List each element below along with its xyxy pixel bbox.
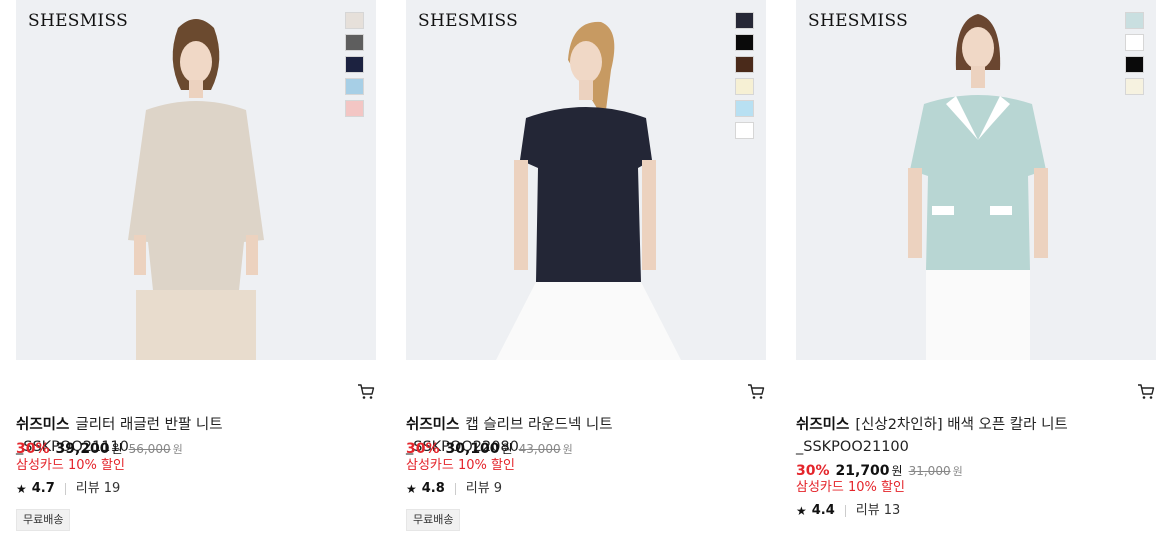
divider	[64, 483, 66, 495]
color-swatch[interactable]	[345, 100, 364, 117]
color-swatch[interactable]	[1125, 34, 1144, 51]
model-photo	[16, 0, 376, 360]
color-swatch[interactable]	[345, 56, 364, 73]
product-title[interactable]: 쉬즈미스 [신상2차인하] 배색 오픈 칼라 니트 _SSKPOO21100	[796, 414, 1096, 458]
brand-logo: SHESMISS	[808, 11, 909, 31]
color-swatch[interactable]	[735, 100, 754, 117]
model-photo	[796, 0, 1156, 360]
sale-price: 39,200	[55, 441, 110, 457]
star-icon: ★	[406, 482, 417, 496]
discount-rate: 30%	[796, 463, 830, 479]
card-discount: 삼성카드 10% 할인	[406, 458, 515, 473]
color-swatch[interactable]	[345, 12, 364, 29]
currency: 원	[501, 442, 513, 456]
rating-score: 4.4	[811, 503, 835, 518]
original-price: 31,000	[908, 464, 951, 478]
price-row: 30% 30,100 원 43,000 원	[406, 440, 573, 459]
cart-icon[interactable]	[1137, 383, 1155, 401]
price-row: 30% 21,700 원 31,000 원	[796, 462, 963, 481]
review-label: 리뷰	[465, 481, 490, 496]
rating-row: ★ 4.7 리뷰 19	[16, 481, 120, 497]
color-swatches	[735, 12, 754, 144]
original-currency: 원	[562, 443, 573, 456]
product-brand: 쉬즈미스	[16, 417, 70, 433]
color-swatch[interactable]	[735, 78, 754, 95]
original-currency: 원	[172, 443, 183, 456]
color-swatch[interactable]	[735, 56, 754, 73]
review-count: 19	[103, 481, 121, 496]
color-swatches	[1125, 12, 1144, 100]
cart-icon[interactable]	[357, 383, 375, 401]
original-price: 56,000	[128, 442, 171, 456]
star-icon: ★	[796, 504, 807, 518]
model-photo	[406, 0, 766, 360]
color-swatch[interactable]	[345, 78, 364, 95]
product-image[interactable]: SHESMISS	[16, 0, 376, 360]
rating-score: 4.8	[421, 481, 445, 496]
sale-price: 30,100	[445, 441, 500, 457]
rating-row: ★ 4.4 리뷰 13	[796, 503, 900, 519]
free-shipping-badge: 무료배송	[406, 509, 461, 531]
product-card[interactable]: SHESMISS 쉬즈미스 글리터 래글런 반팔 니트_SSKPOO21110 3…	[16, 0, 376, 542]
color-swatch[interactable]	[345, 34, 364, 51]
color-swatch[interactable]	[1125, 78, 1144, 95]
currency: 원	[111, 442, 123, 456]
review-count: 9	[493, 481, 502, 496]
product-card[interactable]: SHESMISS 쉬즈미스 [신상2차인하] 배색 오픈 칼라 니트 _SSKPO…	[796, 0, 1156, 542]
cart-icon[interactable]	[747, 383, 765, 401]
color-swatch[interactable]	[735, 12, 754, 29]
color-swatch[interactable]	[1125, 12, 1144, 29]
discount-rate: 30%	[16, 441, 50, 457]
review-label: 리뷰	[855, 503, 880, 518]
color-swatch[interactable]	[735, 122, 754, 139]
color-swatch[interactable]	[1125, 56, 1144, 73]
discount-rate: 30%	[406, 441, 440, 457]
currency: 원	[891, 464, 903, 478]
divider	[454, 483, 456, 495]
brand-logo: SHESMISS	[28, 11, 129, 31]
product-image[interactable]: SHESMISS	[796, 0, 1156, 360]
review-label: 리뷰	[75, 481, 100, 496]
sale-price: 21,700	[835, 463, 890, 479]
review-count: 13	[883, 503, 901, 518]
star-icon: ★	[16, 482, 27, 496]
free-shipping-badge: 무료배송	[16, 509, 71, 531]
rating-row: ★ 4.8 리뷰 9	[406, 481, 502, 497]
color-swatch[interactable]	[735, 34, 754, 51]
product-image[interactable]: SHESMISS	[406, 0, 766, 360]
divider	[844, 505, 846, 517]
product-brand: 쉬즈미스	[796, 417, 850, 433]
card-discount: 삼성카드 10% 할인	[796, 480, 905, 495]
card-discount: 삼성카드 10% 할인	[16, 458, 125, 473]
original-price: 43,000	[518, 442, 561, 456]
product-card[interactable]: SHESMISS 쉬즈미스 캡 슬리브 라운드넥 니트_SSKPOO22080 3…	[406, 0, 766, 542]
color-swatches	[345, 12, 364, 122]
product-brand: 쉬즈미스	[406, 417, 460, 433]
original-currency: 원	[952, 465, 963, 478]
rating-score: 4.7	[31, 481, 55, 496]
brand-logo: SHESMISS	[418, 11, 519, 31]
price-row: 30% 39,200 원 56,000 원	[16, 440, 183, 459]
